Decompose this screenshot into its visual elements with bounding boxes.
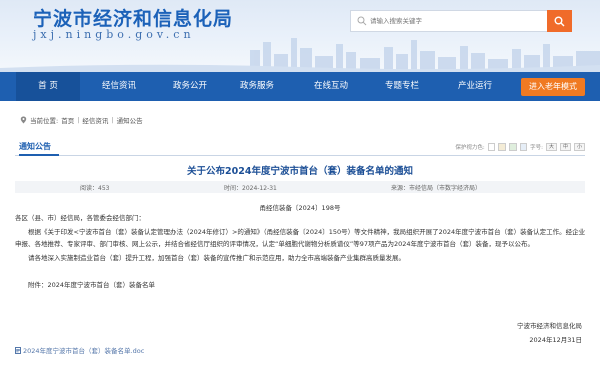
meta-source: 来源：市经信局（市数字经济局） xyxy=(391,185,482,192)
salutation: 各区（县、市）经信局，各管委会经信部门： xyxy=(15,214,145,222)
font-size-label: 字号: xyxy=(530,145,543,151)
search-icon xyxy=(357,16,367,26)
tab-notices[interactable]: 通知公告 xyxy=(19,140,59,156)
location-icon xyxy=(20,116,27,124)
doc-file-icon xyxy=(15,346,21,354)
breadcrumb-item-notices[interactable]: 通知公告 xyxy=(117,115,143,125)
nav-item-gov-service[interactable]: 政务服务 xyxy=(225,72,289,101)
meta-date: 时间：2024-12-31 xyxy=(224,185,277,192)
eye-care-color-blue[interactable] xyxy=(519,143,528,151)
reading-tools: 保护视力色: 字号: 大 中 小 xyxy=(455,143,585,151)
font-size-large[interactable]: 大 xyxy=(545,143,557,151)
breadcrumb-separator: | xyxy=(77,116,80,124)
attachment-link[interactable]: 2024年度宁波市首台（套）装备名单.doc xyxy=(15,345,144,355)
breadcrumb: 当前位置: 首页 | 经信资讯 | 通知公告 xyxy=(20,115,143,125)
search-box xyxy=(350,10,572,32)
nav-item-interaction[interactable]: 在线互动 xyxy=(299,72,363,101)
paragraph-2: 请各地深入实施制造业首台（套）提升工程，加强首台（套）装备的宣传推广和示范应用，… xyxy=(28,254,405,262)
site-title[interactable]: 宁波市经济和信息化局 xyxy=(33,4,233,31)
article-title: 关于公布2024年度宁波市首台（套）装备名单的通知 xyxy=(187,166,413,177)
breadcrumb-item-home[interactable]: 首页 xyxy=(61,115,74,125)
breadcrumb-separator: | xyxy=(111,116,114,124)
signature-date: 2024年12月31日 xyxy=(529,336,582,344)
eye-care-color-white[interactable] xyxy=(487,143,496,151)
breadcrumb-item-news[interactable]: 经信资讯 xyxy=(82,115,108,125)
search-button-icon xyxy=(554,16,565,26)
elderly-mode-button[interactable]: 进入老年模式 xyxy=(521,78,585,96)
article-meta: 阅读：453 时间：2024-12-31 来源：市经信局（市数字经济局） xyxy=(15,181,585,193)
search-button[interactable] xyxy=(547,10,572,32)
nav-item-industry[interactable]: 产业运行 xyxy=(443,72,507,101)
eye-care-color-beige[interactable] xyxy=(498,143,506,151)
document-number: 甬经信装备〔2024〕198号 xyxy=(259,204,341,212)
nav-item-gov-open[interactable]: 政务公开 xyxy=(158,72,222,101)
site-domain: jxj.ningbo.gov.cn xyxy=(33,28,195,41)
eye-care-label: 保护视力色: xyxy=(455,145,485,151)
attachment-note: 附件：2024年度宁波市首台（套）装备名单 xyxy=(28,281,156,289)
paragraph-1: 根据《关于印发<宁波市首台（套）装备认定管理办法（2024年修订）>的通知》（甬… xyxy=(15,228,586,248)
nav-item-news[interactable]: 经信资讯 xyxy=(87,72,151,101)
nav-item-special[interactable]: 专题专栏 xyxy=(370,72,434,101)
main-nav: 首 页 经信资讯 政务公开 政务服务 在线互动 专题专栏 产业运行 xyxy=(0,72,600,101)
breadcrumb-prefix: 当前位置: xyxy=(30,117,59,125)
font-size-medium[interactable]: 中 xyxy=(559,143,571,151)
site-header: 宁波市经济和信息化局 jxj.ningbo.gov.cn xyxy=(0,0,600,72)
search-input[interactable] xyxy=(370,13,545,29)
attachment-filename[interactable]: 2024年度宁波市首台（套）装备名单.doc xyxy=(23,345,144,355)
eye-care-color-green[interactable] xyxy=(508,143,517,151)
font-size-small[interactable]: 小 xyxy=(573,143,585,151)
nav-item-home[interactable]: 首 页 xyxy=(16,72,80,101)
signature-organization: 宁波市经济和信息化局 xyxy=(517,322,582,330)
section-tab-bar: 通知公告 保护视力色: 字号: 大 中 小 xyxy=(15,140,585,156)
meta-views: 阅读：453 xyxy=(80,185,110,192)
